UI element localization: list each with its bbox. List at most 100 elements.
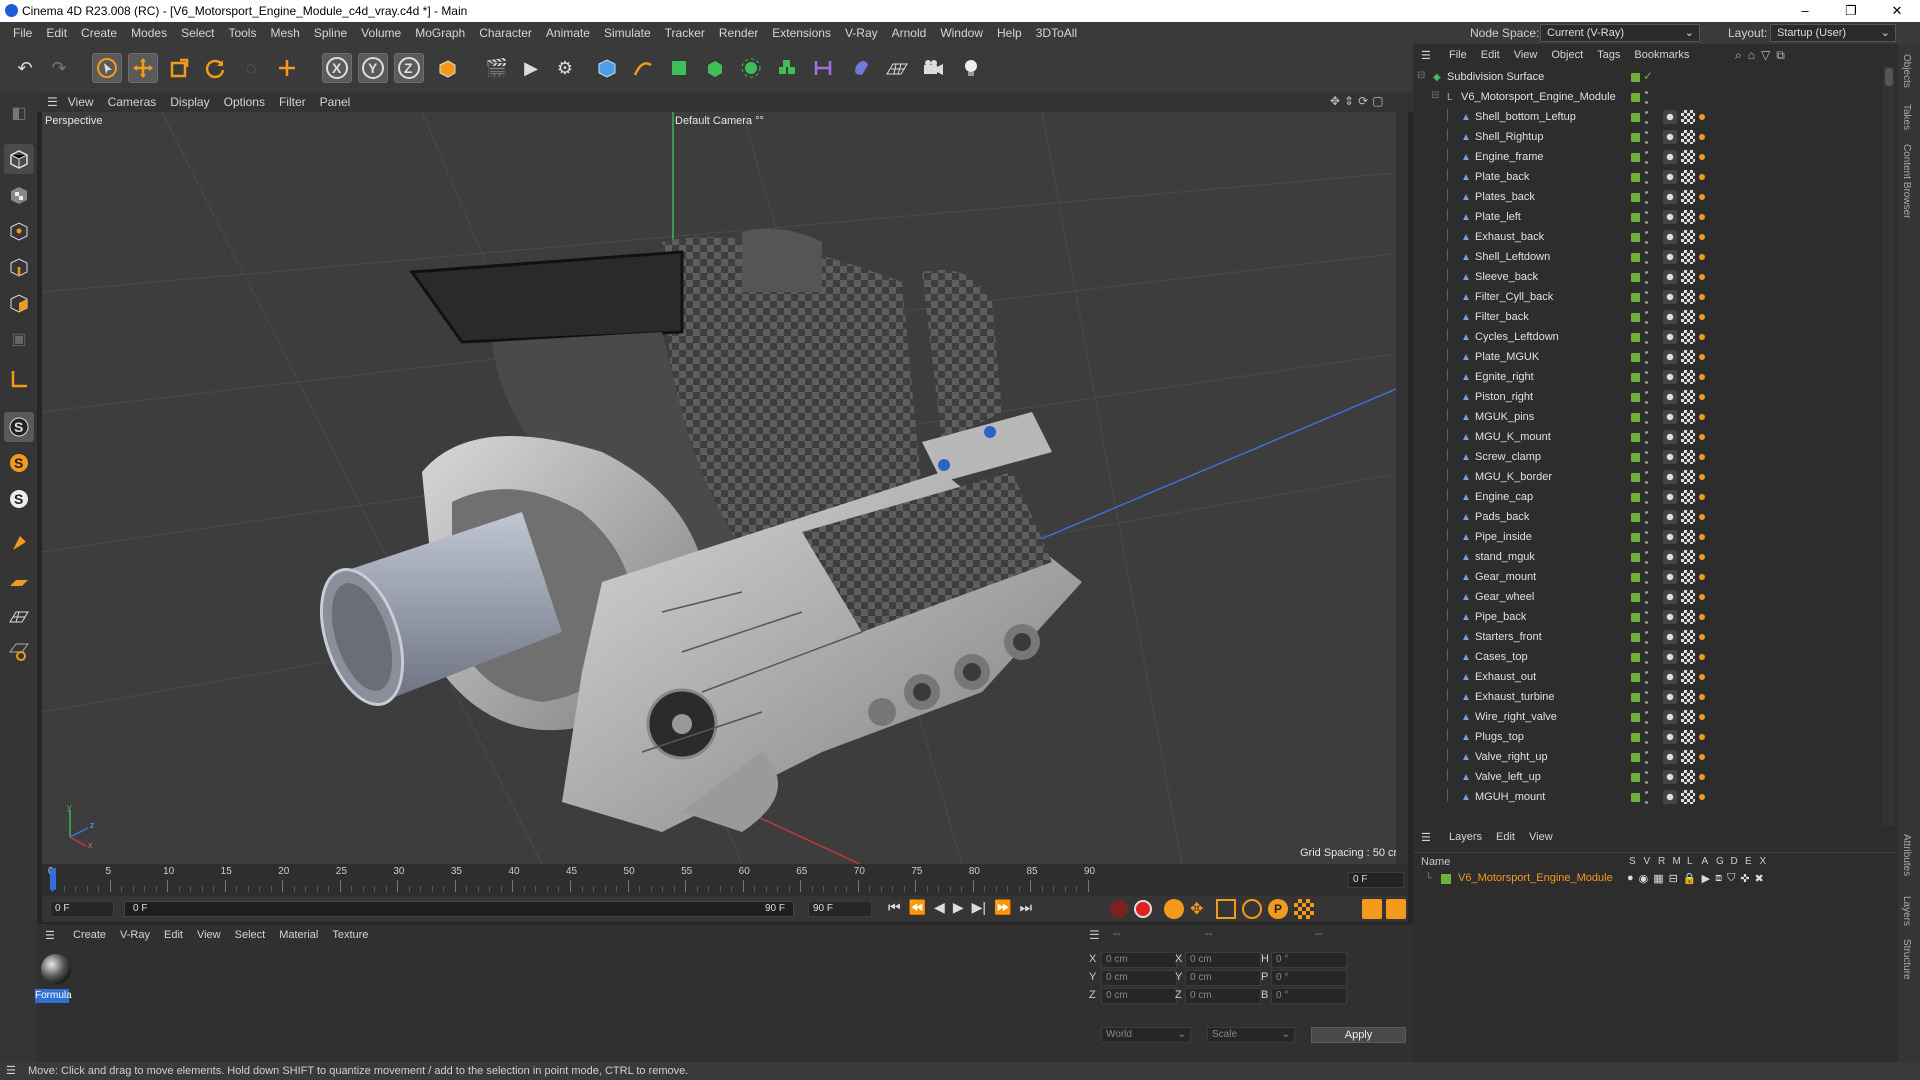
visibility-dots-icon[interactable]	[1644, 331, 1649, 344]
field-icon[interactable]	[808, 53, 838, 83]
menu-render[interactable]: Render	[712, 26, 765, 40]
phong-tag-icon[interactable]	[1663, 710, 1677, 724]
visibility-dots-icon[interactable]	[1644, 471, 1649, 484]
light-object-icon[interactable]	[956, 53, 986, 83]
material-tag-icon[interactable]	[1681, 550, 1695, 564]
object-row[interactable]: │ ▲ Wire_right_valve	[1413, 708, 1883, 728]
vray-tag-icon[interactable]	[1699, 754, 1705, 760]
phong-tag-icon[interactable]	[1663, 550, 1677, 564]
object-name[interactable]: Filter_back	[1475, 311, 1529, 323]
layer-color-icon[interactable]	[1631, 73, 1640, 82]
object-row[interactable]: │ ▲ MGU_K_mount	[1413, 428, 1883, 448]
viewport-navigation-icons[interactable]: ✥⇕⟳▢	[1330, 94, 1388, 108]
visibility-dots-icon[interactable]	[1644, 271, 1649, 284]
lock-icon[interactable]: 🔒	[1683, 872, 1697, 885]
visibility-dots-icon[interactable]	[1644, 531, 1649, 544]
x-axis-lock-icon[interactable]: X	[322, 53, 352, 83]
object-name[interactable]: Pipe_inside	[1475, 531, 1532, 543]
object-name[interactable]: Shell_Leftdown	[1475, 251, 1550, 263]
vray-tag-icon[interactable]	[1699, 294, 1705, 300]
frame-range-slider[interactable]: 0 F 90 F	[124, 901, 794, 917]
generators-icon[interactable]: ⧈	[1715, 872, 1722, 885]
layer-flag-header[interactable]: V	[1644, 856, 1651, 867]
object-name[interactable]: Pads_back	[1475, 511, 1529, 523]
end-frame-field[interactable]: 90 F	[808, 901, 872, 917]
layer-color-icon[interactable]	[1631, 233, 1640, 242]
key-parameter-icon[interactable]: P	[1268, 899, 1288, 919]
phong-tag-icon[interactable]	[1663, 470, 1677, 484]
material-tag-icon[interactable]	[1681, 250, 1695, 264]
material-tag-icon[interactable]	[1681, 650, 1695, 664]
object-row[interactable]: │ ▲ Cases_top	[1413, 648, 1883, 668]
home-icon[interactable]: ⌂	[1748, 48, 1755, 63]
layer-color-icon[interactable]	[1631, 253, 1640, 262]
menu-modes[interactable]: Modes	[124, 26, 174, 40]
object-menu-edit[interactable]: Edit	[1481, 49, 1500, 61]
phong-tag-icon[interactable]	[1663, 290, 1677, 304]
layer-color-icon[interactable]	[1631, 373, 1640, 382]
menu-mograph[interactable]: MoGraph	[408, 26, 472, 40]
menu-animate[interactable]: Animate	[539, 26, 597, 40]
layer-color-icon[interactable]	[1631, 293, 1640, 302]
object-name[interactable]: Subdivision Surface	[1447, 71, 1544, 83]
hamburger-icon[interactable]: ☰	[1089, 928, 1100, 942]
coord-value-field[interactable]: 0 cm	[1101, 988, 1177, 1004]
deformer-icon[interactable]	[772, 53, 802, 83]
material-tag-icon[interactable]	[1681, 150, 1695, 164]
object-row[interactable]: │ ▲ Piston_right	[1413, 388, 1883, 408]
model-mode-icon[interactable]	[4, 144, 34, 174]
scale-tool-icon[interactable]	[164, 53, 194, 83]
object-row[interactable]: │ ▲ Plate_left	[1413, 208, 1883, 228]
visibility-dots-icon[interactable]	[1644, 251, 1649, 264]
object-name[interactable]: Plugs_top	[1475, 731, 1524, 743]
visibility-dots-icon[interactable]	[1644, 791, 1649, 804]
edge-mode-icon[interactable]	[4, 252, 34, 282]
coord-value-field[interactable]: 0 cm	[1101, 970, 1177, 986]
filter-icon[interactable]: ▽	[1761, 48, 1770, 63]
object-name[interactable]: Cases_top	[1475, 651, 1528, 663]
node-space-dropdown[interactable]: Current (V-Ray) ⌄	[1540, 24, 1700, 42]
scene-environment-icon[interactable]	[846, 53, 876, 83]
layer-color-icon[interactable]	[1631, 553, 1640, 562]
playhead[interactable]	[50, 868, 56, 890]
render-view-icon[interactable]: 🎬	[482, 53, 512, 83]
start-frame-field[interactable]: 0 F	[50, 901, 114, 917]
layer-color-icon[interactable]	[1631, 513, 1640, 522]
material-tag-icon[interactable]	[1681, 690, 1695, 704]
visibility-dots-icon[interactable]	[1644, 371, 1649, 384]
visibility-dots-icon[interactable]	[1644, 571, 1649, 584]
scrollbar-thumb[interactable]	[1885, 68, 1893, 86]
visibility-dots-icon[interactable]	[1644, 431, 1649, 444]
object-name[interactable]: Plate_MGUK	[1475, 351, 1539, 363]
layer-color-icon[interactable]	[1631, 353, 1640, 362]
object-name[interactable]: Egnite_right	[1475, 371, 1534, 383]
layer-color-icon[interactable]	[1631, 173, 1640, 182]
object-row[interactable]: │ ▲ MGU_K_border	[1413, 468, 1883, 488]
vray-tag-icon[interactable]	[1699, 554, 1705, 560]
key-rotation-icon[interactable]	[1242, 899, 1262, 919]
menu-spline[interactable]: Spline	[307, 26, 354, 40]
object-name[interactable]: Valve_right_up	[1475, 751, 1548, 763]
menu-tools[interactable]: Tools	[221, 26, 263, 40]
layer-color-icon[interactable]	[1631, 653, 1640, 662]
layer-color-icon[interactable]	[1631, 613, 1640, 622]
close-button[interactable]: ✕	[1874, 0, 1920, 22]
object-row[interactable]: │ ▲ Pads_back	[1413, 508, 1883, 528]
vray-tag-icon[interactable]	[1699, 214, 1705, 220]
vray-tag-icon[interactable]	[1699, 154, 1705, 160]
object-name[interactable]: MGUH_mount	[1475, 791, 1545, 803]
vray-tag-icon[interactable]	[1699, 234, 1705, 240]
visibility-dots-icon[interactable]	[1644, 211, 1649, 224]
object-row[interactable]: │ ▲ Engine_cap	[1413, 488, 1883, 508]
previous-key-icon[interactable]: ⏪	[909, 899, 926, 916]
object-row[interactable]: │ ▲ Plates_back	[1413, 188, 1883, 208]
render-picture-viewer-icon[interactable]: ▶	[516, 53, 546, 83]
object-name[interactable]: Wire_right_valve	[1475, 711, 1557, 723]
vray-tag-icon[interactable]	[1699, 694, 1705, 700]
layer-color-icon[interactable]	[1631, 493, 1640, 502]
3d-viewport[interactable]: Perspective Default Camera °° Grid Spaci…	[42, 112, 1408, 864]
hamburger-icon[interactable]: ☰	[1421, 831, 1431, 844]
object-name[interactable]: Gear_wheel	[1475, 591, 1534, 603]
z-axis-lock-icon[interactable]: Z	[394, 53, 424, 83]
object-name[interactable]: MGU_K_border	[1475, 471, 1552, 483]
